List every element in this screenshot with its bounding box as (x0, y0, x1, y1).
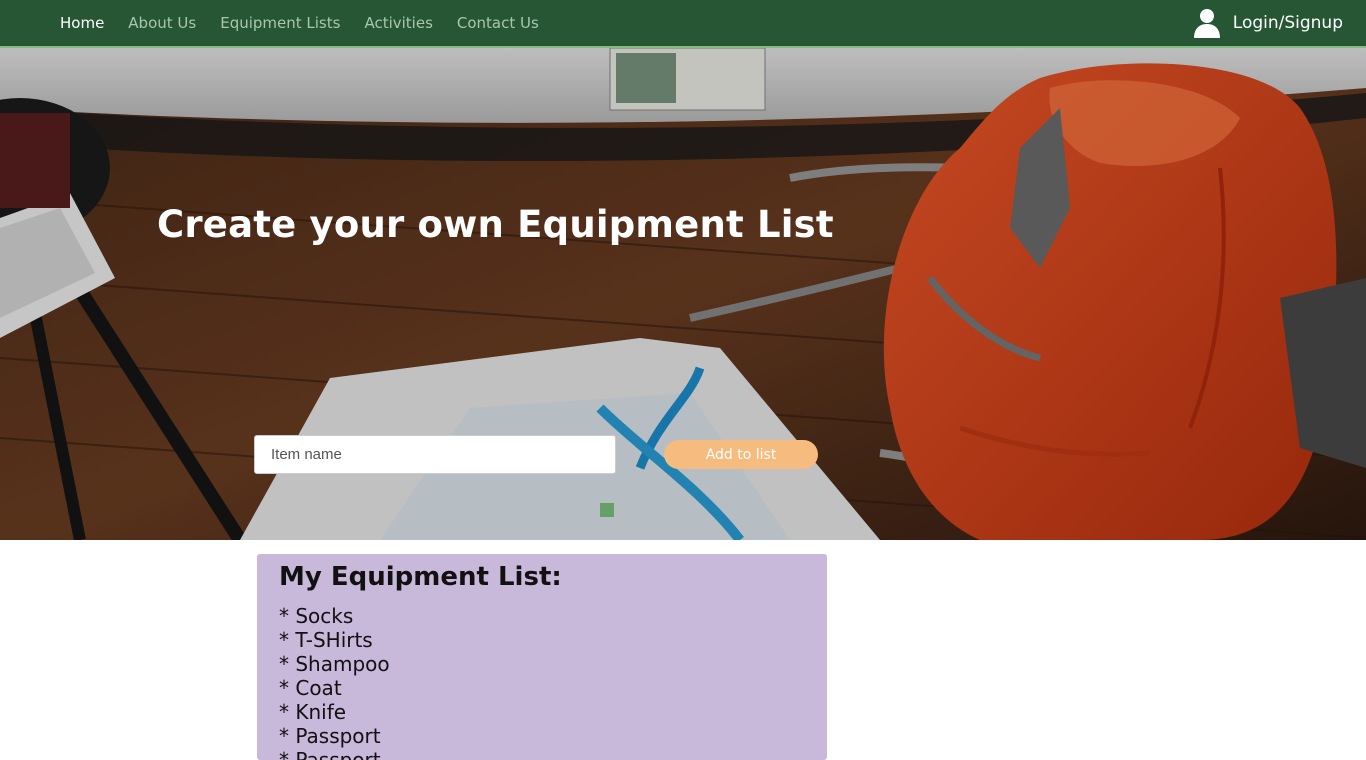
nav-activities[interactable]: Activities (364, 14, 432, 32)
add-to-list-button[interactable]: Add to list (664, 440, 818, 469)
nav-about-us[interactable]: About Us (128, 14, 196, 32)
equipment-list: * Socks * T-SHirts * Shampoo * Coat * Kn… (279, 604, 805, 760)
equipment-list-panel: My Equipment List: * Socks * T-SHirts * … (257, 554, 827, 760)
nav-equipment-lists[interactable]: Equipment Lists (220, 14, 340, 32)
list-item: * Knife (279, 700, 347, 724)
nav-contact-us[interactable]: Contact Us (457, 14, 539, 32)
hero-title: Create your own Equipment List (157, 203, 834, 246)
login-signup-link[interactable]: Login/Signup (1193, 0, 1343, 46)
nav-links: Home About Us Equipment Lists Activities… (60, 0, 539, 46)
top-navbar: Home About Us Equipment Lists Activities… (0, 0, 1366, 48)
list-item: * Passport (279, 748, 381, 760)
list-item: * Shampoo (279, 652, 390, 676)
list-item: * Socks (279, 604, 354, 628)
list-item: * Passport (279, 724, 381, 748)
hero-banner: Create your own Equipment List Add to li… (0, 48, 1366, 540)
list-item: * T-SHirts (279, 628, 373, 652)
list-item: * Coat (279, 676, 342, 700)
user-icon (1193, 9, 1220, 38)
nav-home[interactable]: Home (60, 14, 104, 32)
item-name-input[interactable] (254, 435, 616, 474)
login-signup-label: Login/Signup (1232, 13, 1343, 33)
equipment-list-title: My Equipment List: (279, 562, 562, 592)
